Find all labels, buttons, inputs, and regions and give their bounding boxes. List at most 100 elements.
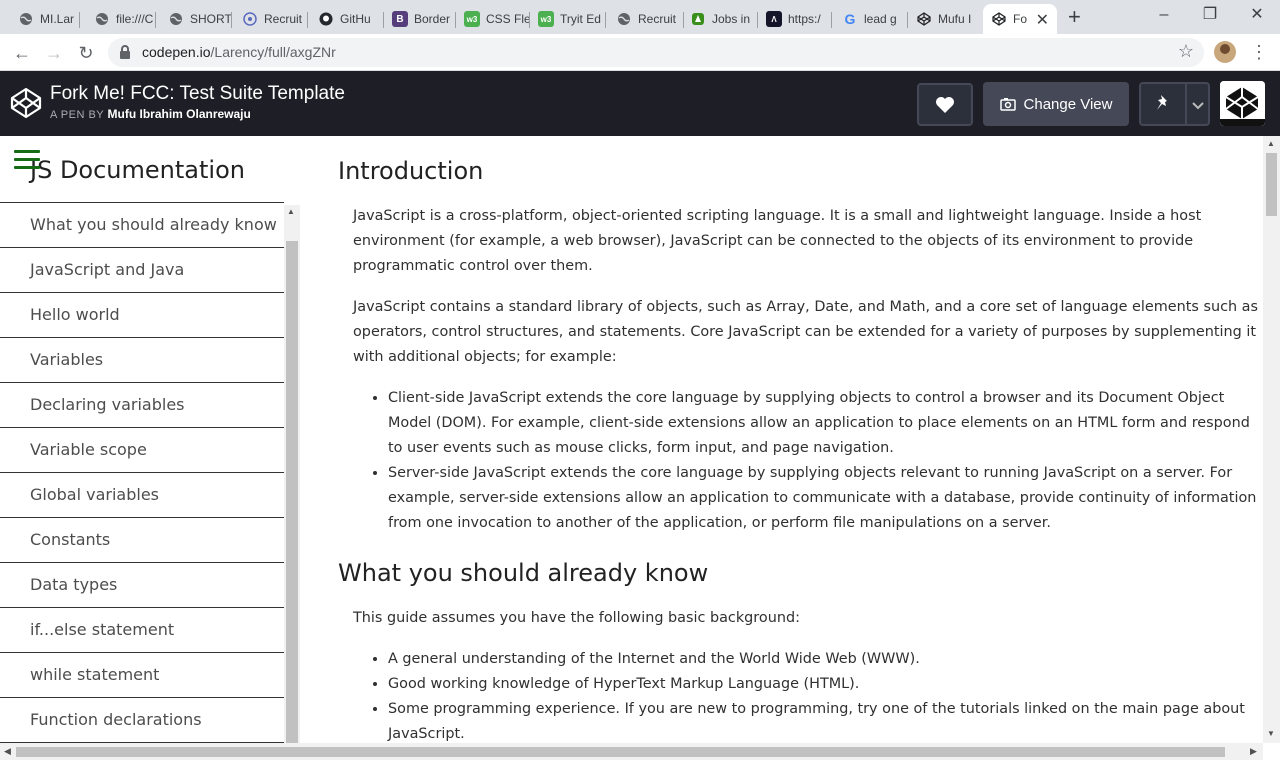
horizontal-scrollbar[interactable]: ◀ ▶ <box>0 743 1263 760</box>
section-what-you-should-already-know: What you should already know This guide … <box>338 558 1258 747</box>
globe-icon <box>616 11 632 27</box>
paragraph: JavaScript is a cross-platform, object-o… <box>353 208 1202 274</box>
nav-link-function-declarations[interactable]: Function declarations <box>0 698 284 743</box>
nav-title: JS Documentation <box>30 156 245 184</box>
page-scrollbar-thumb[interactable] <box>1266 153 1277 216</box>
browser-tab[interactable]: Recruit <box>608 4 684 34</box>
navbar: Introduction What you should already kno… <box>0 185 284 743</box>
nav-link-if-else-statement[interactable]: if...else statement <box>0 608 284 653</box>
user-avatar[interactable] <box>1220 81 1265 126</box>
close-window-icon[interactable]: ✕ <box>1234 4 1280 26</box>
page-content: JS Documentation Introduction What you s… <box>0 136 1280 760</box>
main-doc: Introduction JavaScript is a cross-platf… <box>338 136 1258 760</box>
browser-tab[interactable]: file:///C <box>86 4 156 34</box>
nav-link-declaring-variables[interactable]: Declaring variables <box>0 383 284 428</box>
list-item: Client-side JavaScript extends the core … <box>388 386 1258 461</box>
bootstrap-icon: B <box>392 11 408 27</box>
page-scrollbar[interactable]: ▲ ▼ <box>1263 136 1280 743</box>
nav-link-variables[interactable]: Variables <box>0 338 284 383</box>
dev-icon: Λ <box>766 11 782 27</box>
heart-button[interactable] <box>917 83 973 126</box>
section-introduction: Introduction JavaScript is a cross-platf… <box>338 156 1258 536</box>
scroll-up-arrow-icon[interactable]: ▲ <box>287 207 295 216</box>
pen-title: Fork Me! FCC: Test Suite Template <box>50 83 345 104</box>
browser-tab[interactable]: Recruit <box>238 4 308 34</box>
browser-tab[interactable]: w3 Tryit Ed <box>534 4 606 34</box>
github-icon <box>318 11 334 27</box>
w3schools-icon: w3 <box>464 11 480 27</box>
scroll-left-arrow-icon[interactable]: ◀ <box>4 746 11 757</box>
codepen-header: Fork Me! FCC: Test Suite Template A PEN … <box>0 71 1280 136</box>
nav-link-javascript-and-java[interactable]: JavaScript and Java <box>0 248 284 293</box>
address-bar[interactable]: codepen.io/Larency/full/axgZNr ☆ <box>108 38 1204 67</box>
forward-icon[interactable]: → <box>42 41 66 65</box>
pin-button[interactable] <box>1139 82 1210 126</box>
minimize-icon[interactable]: – <box>1141 4 1187 26</box>
nav-scrollbar[interactable]: ▲ <box>284 205 300 743</box>
bullet-list: A general understanding of the Internet … <box>388 647 1258 747</box>
nav-link-what-you-should-already-know[interactable]: What you should already know <box>0 203 284 248</box>
browser-menu-icon[interactable]: ⋮ <box>1250 42 1268 62</box>
nav-link-global-variables[interactable]: Global variables <box>0 473 284 518</box>
bookmark-star-icon[interactable]: ☆ <box>1178 41 1194 62</box>
restore-icon[interactable]: ❐ <box>1187 4 1233 26</box>
chevron-down-icon[interactable] <box>1192 98 1204 116</box>
url-text: codepen.io/Larency/full/axgZNr <box>142 44 336 60</box>
profile-avatar[interactable] <box>1214 41 1236 63</box>
nav-link-while-statement[interactable]: while statement <box>0 653 284 698</box>
address-toolbar: ← → ↻ codepen.io/Larency/full/axgZNr ☆ <box>0 34 1280 71</box>
section-heading: What you should already know <box>338 559 709 587</box>
browser-tab[interactable]: B Border <box>386 4 456 34</box>
globe-icon <box>94 11 110 27</box>
change-view-button[interactable]: Change View <box>983 82 1129 126</box>
paragraph: JavaScript contains a standard library o… <box>353 299 1258 365</box>
scroll-right-arrow-icon[interactable]: ▶ <box>1250 746 1257 757</box>
heart-icon <box>936 97 954 113</box>
bullet-list: Client-side JavaScript extends the core … <box>388 386 1258 536</box>
reload-icon[interactable]: ↻ <box>74 41 98 65</box>
pin-icon[interactable] <box>1141 84 1187 124</box>
nav-link-data-types[interactable]: Data types <box>0 563 284 608</box>
recruit-icon <box>242 11 258 27</box>
nav-link-constants[interactable]: Constants <box>0 518 284 563</box>
browser-tab[interactable]: MI.Lar <box>10 4 80 34</box>
horizontal-scrollbar-thumb[interactable] <box>16 747 1225 757</box>
codepen-logo-icon[interactable] <box>10 87 42 119</box>
browser-tab-strip: MI.Lar file:///C SHORT Recruit GitHu B B… <box>0 0 1280 34</box>
view-icon <box>999 98 1016 111</box>
pen-author-line: A PEN BY Mufu Ibrahim Olanrewaju <box>50 107 251 121</box>
w3schools-icon: w3 <box>538 11 554 27</box>
nav-link-introduction[interactable]: Introduction <box>0 185 284 203</box>
pen-author-link[interactable]: Mufu Ibrahim Olanrewaju <box>108 107 251 121</box>
browser-tab[interactable]: w3 CSS Fle <box>460 4 530 34</box>
browser-tab[interactable]: Λ https:/ <box>760 4 832 34</box>
globe-icon <box>168 11 184 27</box>
lock-icon[interactable] <box>120 45 130 59</box>
list-item: Server-side JavaScript extends the core … <box>388 461 1258 536</box>
codepen-icon <box>991 11 1007 27</box>
browser-tab[interactable]: GitHu <box>312 4 384 34</box>
codepen-icon <box>916 11 932 27</box>
section-heading: Introduction <box>338 157 484 185</box>
scroll-down-arrow-icon[interactable]: ▼ <box>1267 729 1275 738</box>
scroll-up-arrow-icon[interactable]: ▲ <box>1267 139 1275 148</box>
new-tab-button[interactable]: + <box>1068 6 1081 28</box>
paragraph: This guide assumes you have the followin… <box>353 610 800 626</box>
close-tab-icon[interactable]: ✕ <box>1036 10 1049 30</box>
browser-tab[interactable]: G lead g <box>836 4 908 34</box>
nav-link-variable-scope[interactable]: Variable scope <box>0 428 284 473</box>
list-item: A general understanding of the Internet … <box>388 647 1258 672</box>
hamburger-menu-icon[interactable] <box>14 150 40 170</box>
globe-icon <box>18 11 34 27</box>
back-icon[interactable]: ← <box>10 41 34 65</box>
browser-tab[interactable]: Jobs in <box>686 4 758 34</box>
google-icon: G <box>844 11 856 27</box>
list-item: Some programming experience. If you are … <box>388 697 1258 747</box>
browser-tab[interactable]: SHORT <box>162 4 232 34</box>
browser-tab-active[interactable]: Fo ✕ <box>983 4 1057 34</box>
nav-scrollbar-thumb[interactable] <box>286 241 298 743</box>
jobs-icon <box>690 11 706 27</box>
browser-tab[interactable]: Mufu I <box>910 4 980 34</box>
nav-link-hello-world[interactable]: Hello world <box>0 293 284 338</box>
list-item: Good working knowledge of HyperText Mark… <box>388 672 1258 697</box>
